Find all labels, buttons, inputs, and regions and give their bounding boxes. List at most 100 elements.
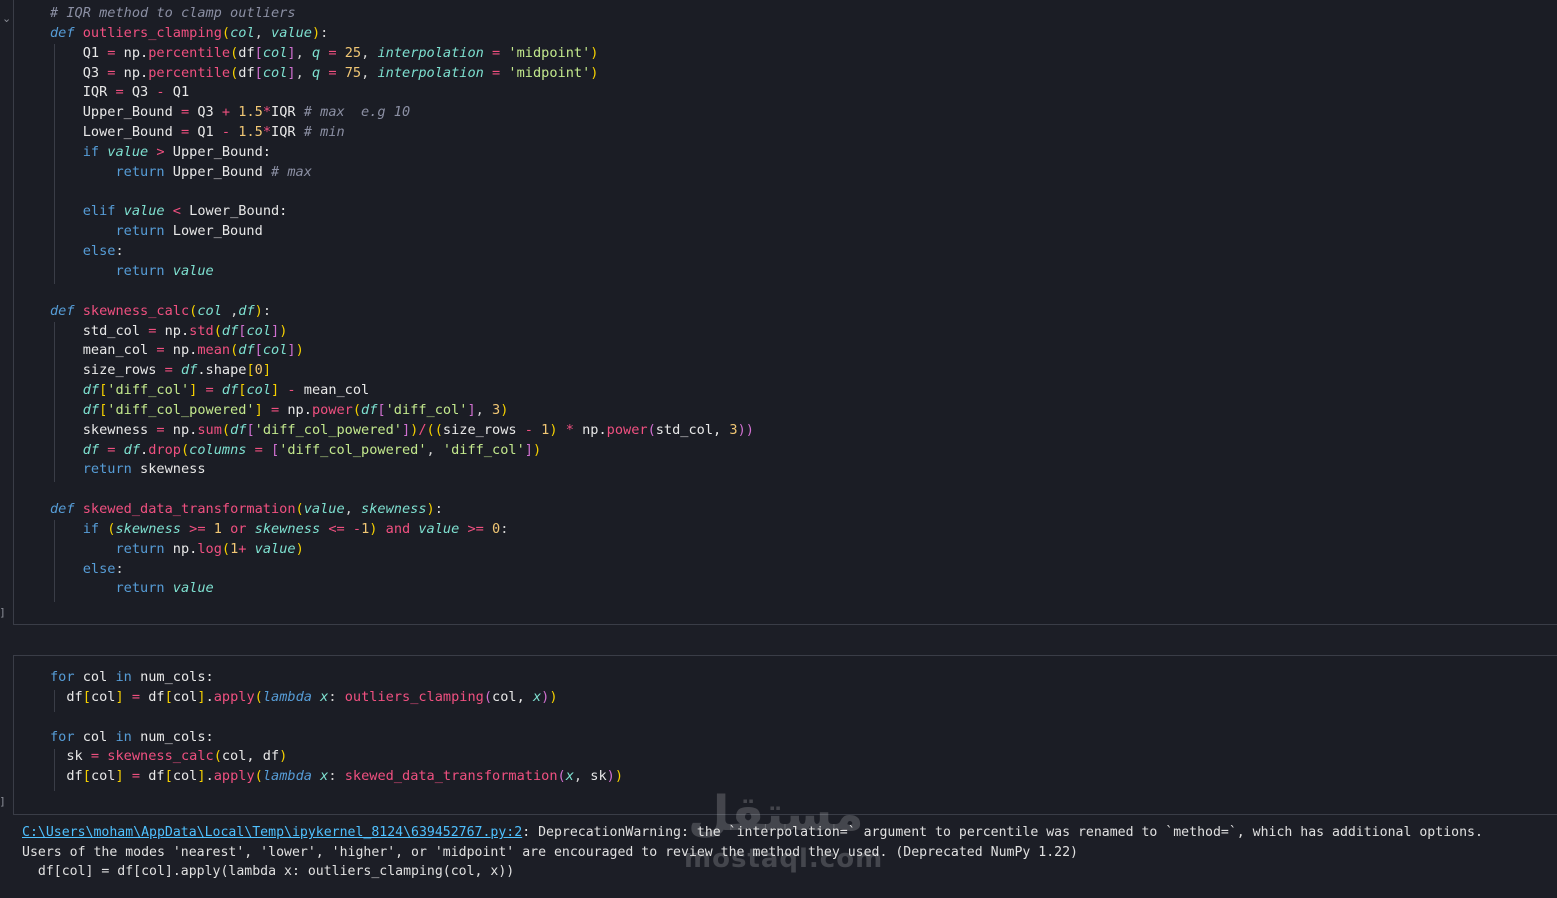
cell-output-warning: C:\Users\moham\AppData\Local\Temp\ipyker… <box>22 823 1483 882</box>
code-token: <= <box>320 520 353 537</box>
code-token: [ <box>246 421 255 438</box>
code-token: ( <box>180 441 190 458</box>
code-token: ] <box>197 768 206 785</box>
code-token: ) <box>614 768 624 785</box>
code-token: ) <box>532 441 542 458</box>
code-token: ] <box>401 421 411 438</box>
code-line: mean_col = np.mean(df[col]) <box>50 341 754 361</box>
code-token: * <box>262 124 272 141</box>
code-token: df <box>148 688 165 705</box>
code-token: ) <box>606 768 615 785</box>
code-line: df = df.drop(columns = ['diff_col_powere… <box>50 441 754 461</box>
code-token: 1.5 <box>230 124 263 141</box>
code-token: ) <box>549 421 558 438</box>
code-line: def skewed_data_transformation(value, sk… <box>50 500 754 520</box>
code-token: elif <box>50 203 124 220</box>
code-token: : <box>434 501 443 518</box>
code-editor[interactable]: # IQR method to clamp outliers def outlie… <box>50 4 754 599</box>
code-token: IQR <box>50 84 116 101</box>
code-line: df['diff_col'] = df[col] - mean_col <box>50 381 754 401</box>
code-token: Q1 <box>189 124 222 141</box>
code-editor[interactable]: for col in num_cols: df[col] = df[col].a… <box>50 668 623 787</box>
code-token: col <box>197 302 222 319</box>
code-token: 1 <box>213 520 222 537</box>
code-token: 'diff_col' <box>385 401 468 418</box>
code-token: = <box>246 441 272 458</box>
code-line: df[col] = df[col].apply(lambda x: outlie… <box>50 688 623 708</box>
code-token: IQR <box>271 104 304 121</box>
code-token: : <box>328 688 345 705</box>
code-token: def <box>50 501 83 518</box>
code-token: value <box>172 262 214 279</box>
code-line: df[col] = df[col].apply(lambda x: skewed… <box>50 767 623 787</box>
warning-message-line-2: Users of the modes 'nearest', 'lower', '… <box>22 844 1078 860</box>
code-line: if (skewness >= 1 or skewness <= -1) and… <box>50 520 754 540</box>
code-token: ) <box>311 24 321 41</box>
code-token: skewness_calc <box>82 302 190 319</box>
code-token: = <box>115 84 124 101</box>
code-token: col <box>82 669 116 685</box>
warning-source-line: df[col] = df[col].apply(lambda x: outlie… <box>22 864 515 880</box>
code-token: in <box>115 728 141 745</box>
code-cell-functions[interactable]: # IQR method to clamp outliers def outlie… <box>13 0 1557 625</box>
code-token: Q1 <box>50 44 108 61</box>
code-token: ] <box>524 441 533 458</box>
code-token: columns <box>189 441 247 458</box>
code-token: mean <box>197 342 231 359</box>
code-token: return <box>50 223 173 240</box>
code-line: def skewness_calc(col ,df): <box>50 302 754 322</box>
code-token: percentile <box>148 44 231 61</box>
traceback-file-link[interactable]: C:\Users\moham\AppData\Local\Temp\ipyker… <box>22 825 522 840</box>
code-token: power <box>606 421 648 438</box>
code-token: 75 <box>344 64 362 81</box>
code-token: return <box>50 540 173 557</box>
code-token: 'midpoint' <box>508 44 591 61</box>
code-token: col <box>246 322 272 339</box>
code-token: np. <box>115 44 149 61</box>
code-token: col <box>172 768 198 785</box>
code-token: = <box>180 124 190 141</box>
code-token: mean_col <box>50 342 157 359</box>
code-token: ) <box>549 688 558 705</box>
code-token: [ <box>82 688 91 705</box>
code-token: df <box>221 322 239 339</box>
code-token: col <box>262 44 288 61</box>
code-line: sk = skewness_calc(col, df) <box>50 747 623 767</box>
code-token: > <box>148 143 173 160</box>
code-token: = <box>123 688 149 705</box>
code-token: df <box>50 382 100 399</box>
code-token: col <box>172 688 198 705</box>
code-line: skewness = np.sum(df['diff_col_powered']… <box>50 421 754 441</box>
code-token: x <box>565 768 574 785</box>
code-token: def <box>50 302 83 319</box>
code-token: : <box>115 560 124 577</box>
code-token: Lower_Bound <box>50 124 181 141</box>
code-token: Lower_Bound: <box>189 203 288 220</box>
code-token: or <box>221 520 255 537</box>
code-token: [ <box>377 401 386 418</box>
code-token: for <box>50 728 83 745</box>
code-line: Q1 = np.percentile(df[col], q = 25, inte… <box>50 44 754 64</box>
code-token: Upper_Bound <box>172 163 271 180</box>
code-cell-apply-transforms[interactable]: for col in num_cols: df[col] = df[col].a… <box>13 655 1557 815</box>
code-token: df <box>50 768 83 785</box>
code-line: IQR = Q3 - Q1 <box>50 83 754 103</box>
code-token: df <box>361 401 378 418</box>
code-token: skewness <box>50 421 157 438</box>
code-line: return skewness <box>50 460 754 480</box>
code-token: power <box>311 401 353 418</box>
code-token: Q3 <box>50 64 108 81</box>
code-token: 'diff_col_powered' <box>107 401 255 418</box>
code-token: < <box>164 203 190 220</box>
code-token: = <box>262 401 288 418</box>
code-token: ] <box>115 688 124 705</box>
cell-1-bracket-marker: ] <box>0 606 5 619</box>
code-token: else <box>50 560 116 577</box>
code-token: std_col <box>50 322 149 339</box>
code-line: return value <box>50 262 754 282</box>
collapse-cell-chevron-icon[interactable]: ⌄ <box>2 12 11 25</box>
code-token: df <box>148 768 165 785</box>
code-token: ] <box>197 688 206 705</box>
code-token: col <box>262 64 288 81</box>
code-token: = <box>180 104 190 121</box>
